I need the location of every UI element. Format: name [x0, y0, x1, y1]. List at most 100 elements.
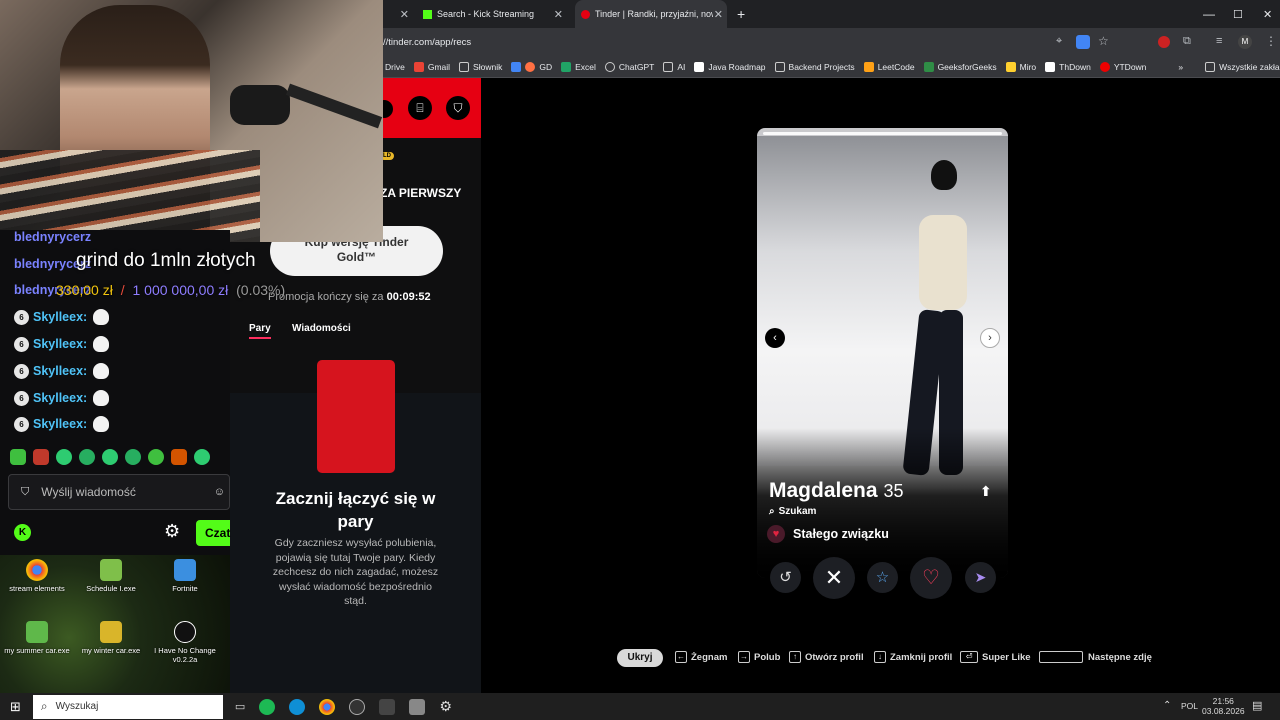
emote-icon[interactable]	[102, 449, 118, 465]
bookmark-chatgpt[interactable]: ChatGPT	[604, 61, 654, 72]
briefcase-icon[interactable]: ⌸	[408, 96, 432, 120]
bookmark-slownik[interactable]: Słownik	[459, 61, 502, 72]
nope-button[interactable]: ✕	[813, 557, 855, 599]
bookmark-leetcode[interactable]: LeetCode	[863, 61, 915, 72]
language-indicator[interactable]: POL	[1181, 701, 1198, 711]
taskbar-search[interactable]: ⌕ Wyszukaj	[32, 694, 223, 719]
superlike-button[interactable]: ☆	[867, 562, 898, 593]
new-tab-button[interactable]: +	[737, 0, 753, 28]
bookmark-ytdown[interactable]: YTDown	[1099, 61, 1146, 72]
goal-progress: 330,00 zł / 1 000 000,00 zł (0.03%)	[56, 282, 285, 298]
emote-icon[interactable]	[33, 449, 49, 465]
profile-card[interactable]: ‹ › Magdalena 35 ⬆ ⌕ Szukam ♥ Stałego zw…	[757, 128, 1008, 578]
all-bookmarks[interactable]: Wszystkie zakładki	[1205, 61, 1280, 72]
bookmark-java-roadmap[interactable]: Java Roadmap	[694, 61, 766, 72]
url-field[interactable]: //tinder.com/app/recs	[383, 37, 471, 48]
bookmark-thdown[interactable]: ThDown	[1045, 61, 1091, 72]
desktop-icon-my-winter-car[interactable]: my winter car.exe	[74, 621, 148, 655]
bookmarks-overflow-icon[interactable]: »	[1178, 62, 1183, 72]
bookmark-geeksforgeeks[interactable]: GeeksforGeeks	[923, 61, 997, 72]
close-icon[interactable]: ✕	[714, 8, 723, 21]
tab-wiadomosci[interactable]: Wiadomości	[292, 323, 351, 334]
media-icon[interactable]: ≡	[1216, 35, 1222, 47]
emote-icon[interactable]	[79, 449, 95, 465]
kick-logo-icon[interactable]: K	[14, 524, 31, 541]
desktop-icon-my-summer-car[interactable]: my summer car.exe	[0, 621, 74, 655]
shortcut-next-photo: Następne zdję	[1039, 651, 1152, 663]
fortnite-icon	[174, 559, 196, 581]
bookmark-drive[interactable]: Drive	[385, 62, 405, 72]
tab-tinder[interactable]: Tinder | Randki, przyjaźni, nowe ✕	[575, 0, 727, 28]
emote-icon[interactable]	[125, 449, 141, 465]
desktop-icon-fortnite[interactable]: Fortnite	[148, 559, 222, 593]
chat-input[interactable]: ⛉ Wyślij wiadomość ☺	[8, 474, 230, 510]
emote-icon[interactable]	[148, 449, 164, 465]
desktop-icon-stream-elements[interactable]: stream elements	[0, 559, 74, 593]
task-view-icon[interactable]: ▭	[235, 700, 245, 713]
tray-chevron-icon[interactable]: ⌃	[1163, 700, 1171, 711]
tab-kick[interactable]: Search - Kick Streaming ✕	[417, 0, 567, 28]
settings-gear-icon[interactable]: ⚙	[164, 521, 180, 542]
maximize-icon[interactable]: ☐	[1233, 0, 1243, 28]
obs-icon[interactable]	[349, 698, 366, 715]
desktop-icon-schedule[interactable]: Schedule I.exe	[74, 559, 148, 593]
translate-icon[interactable]	[1076, 35, 1090, 49]
bookmarks-bar: Drive Gmail Słownik GD Excel ChatGPT AI …	[383, 56, 1280, 78]
notification-icon[interactable]: ▤	[1252, 699, 1262, 712]
tab-pary[interactable]: Pary	[249, 323, 271, 339]
goose-emote-icon	[93, 309, 110, 325]
extensions-puzzle-icon[interactable]: ⧉	[1183, 35, 1191, 48]
goal-current: 330,00 zł	[56, 282, 113, 298]
emote-bar	[10, 449, 210, 465]
clock[interactable]: 21:56 03.08.2026	[1202, 696, 1245, 716]
arrow-up-key-icon: ↑	[789, 651, 801, 663]
location-icon[interactable]: ⌖	[1056, 35, 1062, 48]
app-icon[interactable]	[409, 698, 426, 715]
desktop-area: stream elements Schedule I.exe Fortnite …	[0, 555, 230, 693]
bookmark-excel[interactable]: Excel	[561, 61, 596, 72]
goal-percent: (0.03%)	[236, 282, 286, 298]
settings-gear-icon[interactable]: ⚙	[439, 698, 452, 715]
emote-icon[interactable]	[10, 449, 26, 465]
chat-message: blednyrycerz	[14, 230, 92, 244]
profile-avatar[interactable]: M	[1238, 35, 1252, 49]
shield-icon[interactable]: ⛉	[446, 96, 470, 120]
spotify-icon[interactable]	[259, 698, 276, 715]
chat-send-button[interactable]: Czat	[196, 520, 230, 546]
bookmark-star-icon[interactable]: ☆	[1098, 34, 1109, 48]
chrome-icon[interactable]	[319, 698, 336, 715]
promo-countdown: Promocja kończy się za 00:09:52	[268, 291, 431, 303]
bookmark-ai[interactable]: AI	[663, 61, 685, 72]
tab-partial[interactable]: ✕	[383, 0, 413, 28]
close-window-icon[interactable]: ✕	[1263, 0, 1272, 28]
emote-icon[interactable]	[171, 449, 187, 465]
emote-icon[interactable]	[56, 449, 72, 465]
shield-icon: ⛉	[21, 485, 30, 498]
desktop-icon-i-have-no-change[interactable]: I Have No Change v0.2.2a	[148, 621, 222, 664]
windows-start-icon[interactable]: ⊞	[10, 699, 21, 715]
emoji-icon[interactable]: ☺	[214, 486, 225, 498]
next-photo-button[interactable]: ›	[980, 328, 1000, 348]
like-button[interactable]: ♡	[910, 557, 952, 599]
shortcut-nope: ← Żegnam	[675, 651, 728, 663]
bookmark-gd[interactable]: GD	[511, 61, 552, 72]
rewind-button[interactable]: ↺	[770, 562, 801, 593]
open-profile-arrow-icon[interactable]: ⬆	[980, 483, 992, 500]
close-icon[interactable]: ✕	[554, 8, 563, 21]
emote-icon[interactable]	[194, 449, 210, 465]
bookmark-backend-projects[interactable]: Backend Projects	[774, 61, 855, 72]
goal-separator: /	[120, 282, 125, 298]
edge-icon[interactable]	[289, 698, 306, 715]
menu-kebab-icon[interactable]: ⋮	[1265, 34, 1277, 48]
seeking-value-row: ♥ Stałego związku	[767, 525, 889, 543]
extension-icon[interactable]	[1158, 36, 1170, 48]
bookmark-gmail[interactable]: Gmail	[413, 61, 450, 72]
chatgpt-icon	[604, 61, 615, 72]
minimize-icon[interactable]: —	[1203, 0, 1215, 28]
app-icon[interactable]	[379, 698, 396, 715]
shortcut-hide-button[interactable]: Ukryj	[617, 649, 663, 667]
prev-photo-button[interactable]: ‹	[765, 328, 785, 348]
close-icon[interactable]: ✕	[400, 8, 409, 21]
boost-button[interactable]: ➤	[965, 562, 996, 593]
bookmark-miro[interactable]: Miro	[1005, 61, 1036, 72]
